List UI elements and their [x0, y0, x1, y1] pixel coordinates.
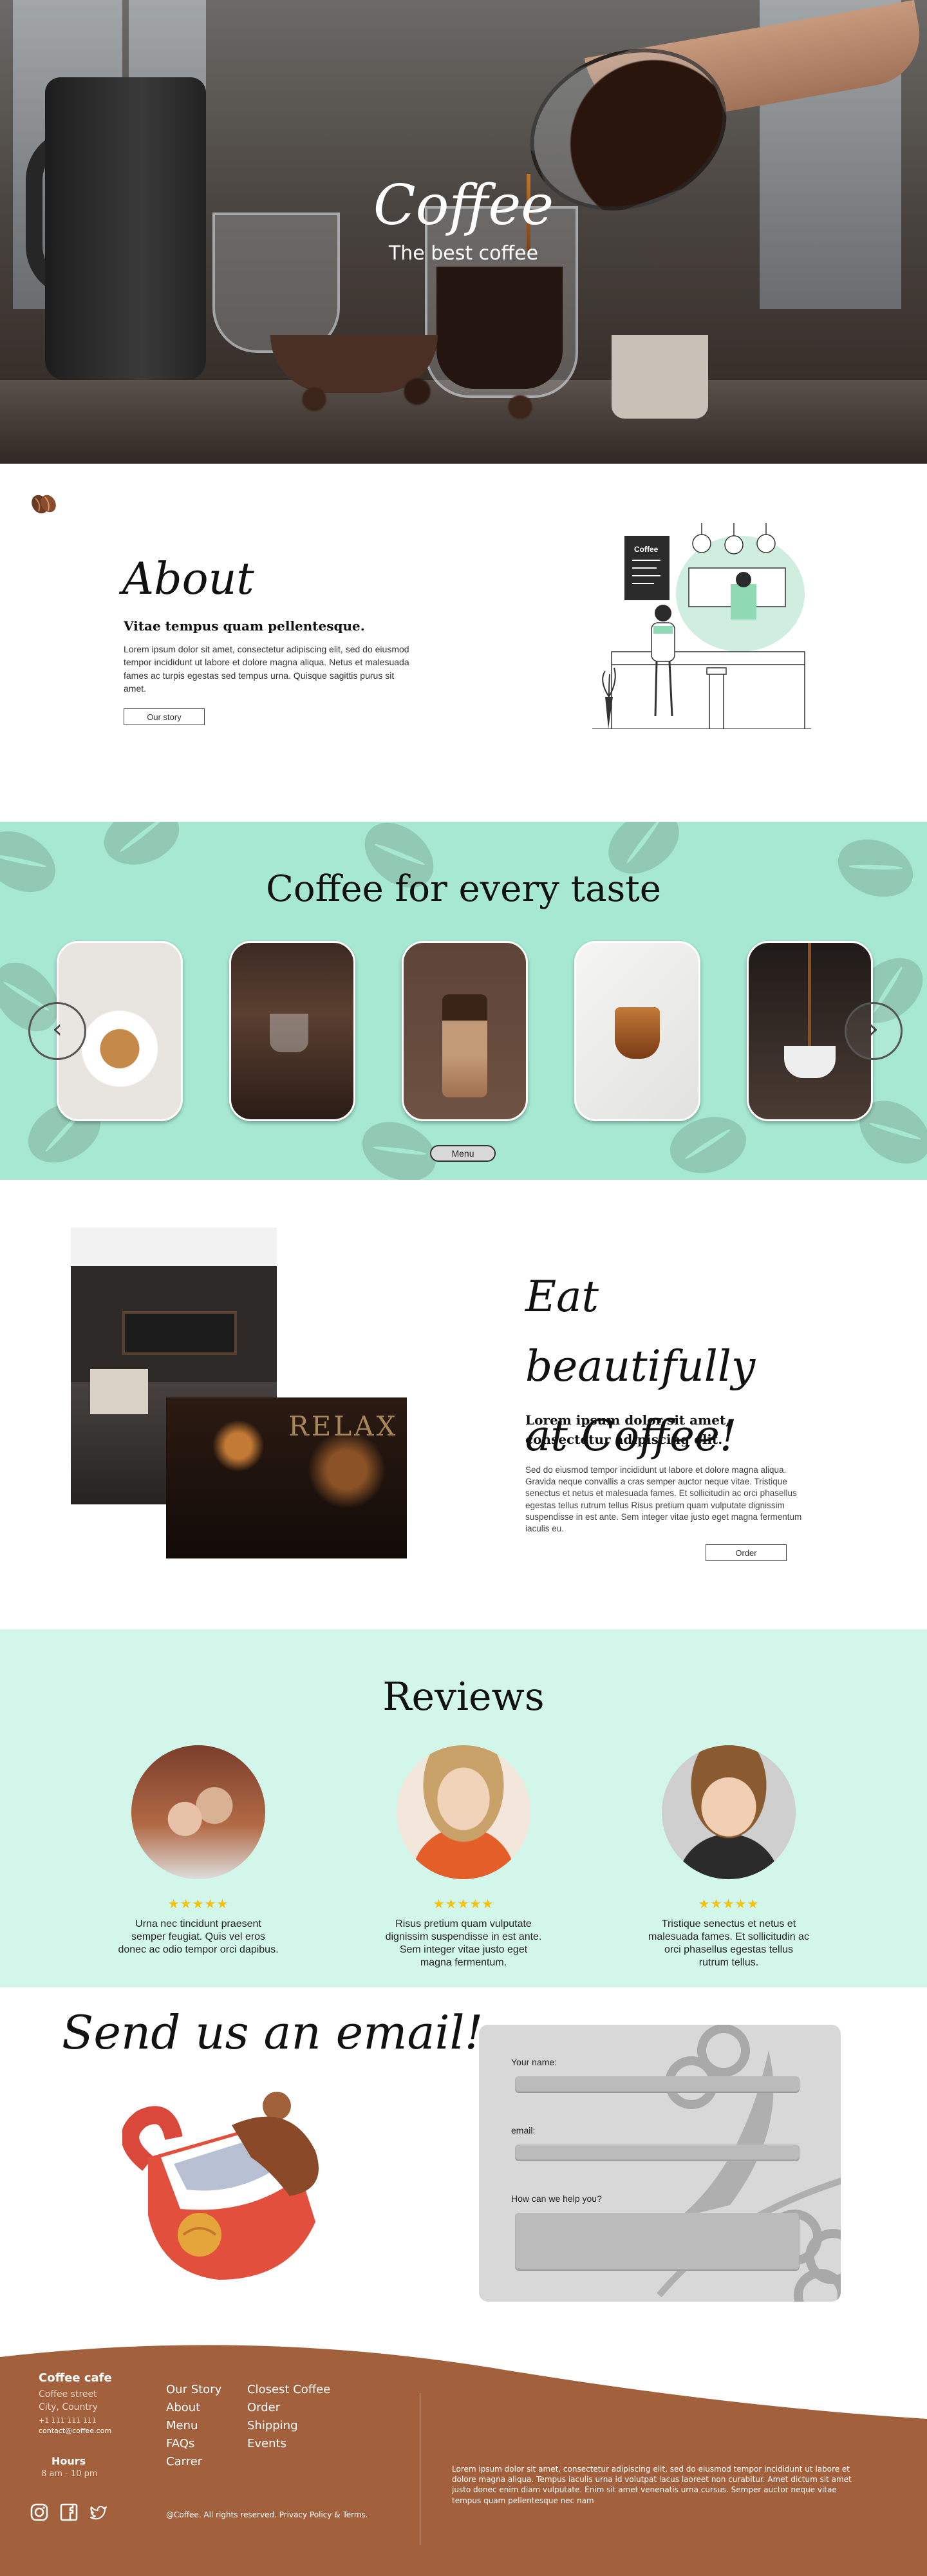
relax-sign: RELAX [288, 1410, 398, 1442]
card-white-cup [784, 1046, 836, 1078]
spilling-coffee-cup-illustration [122, 2092, 319, 2280]
name-label: Your name: [511, 2057, 557, 2067]
footer-text: Lorem ipsum dolor sit amet, consectetur … [452, 2465, 852, 2505]
coffee-card-frappe[interactable] [402, 941, 528, 1121]
reviewer-1-stars: ★★★★★ [167, 1897, 229, 1911]
hero-title: Coffee [373, 173, 554, 238]
reviews-section: Reviews ★★★★★ ★★★★★ ★★★★★ Urna nec tinci… [0, 1629, 927, 1987]
eat-subtitle: Lorem ipsum dolor sit amet, consectetur … [525, 1412, 731, 1447]
footer-brand: Coffee cafe [39, 2371, 112, 2385]
message-textarea[interactable] [515, 2213, 800, 2271]
reviewer-1-text: Urna nec tincidunt praesent semper feugi… [118, 1918, 279, 1955]
about-body: Lorem ipsum dolor sit amet, consectetur … [124, 644, 409, 694]
carousel-prev-button[interactable]: ‹ [28, 1002, 86, 1060]
cafe-relax-sign-image: RELAX [166, 1397, 407, 1558]
footer-address-line2: City, Country [39, 2402, 98, 2412]
email-title: Send us an email! [62, 2005, 483, 2060]
coffee-card-espresso-shot[interactable] [574, 941, 700, 1121]
svg-text:Coffee: Coffee [634, 545, 659, 554]
hero-section: Coffee The best coffee [0, 0, 927, 464]
footer-contact-email[interactable]: contact@coffee.com [39, 2427, 111, 2435]
bg-bean [96, 822, 187, 875]
counter [90, 1369, 148, 1414]
reviewer-1-avatar [131, 1745, 265, 1879]
cafe-barista-illustration: Coffee [592, 523, 811, 729]
footer-phone: +1 111 111 111 [39, 2416, 97, 2425]
facebook-icon[interactable] [59, 2503, 79, 2522]
eat-body: Sed do eiusmod tempor incididunt ut labo… [525, 1465, 802, 1534]
menu-boards [122, 1311, 237, 1355]
email-input[interactable] [515, 2145, 800, 2161]
ceiling [71, 1227, 277, 1266]
twitter-icon[interactable] [89, 2503, 108, 2522]
our-story-button[interactable]: Our story [124, 708, 205, 725]
reviewer-2-text: Risus pretium quam vulputate dignissim s… [385, 1918, 542, 1968]
menu-button[interactable]: Menu [430, 1145, 496, 1162]
chevron-right-icon: › [868, 1014, 879, 1044]
card-frappe-cup [442, 994, 487, 1097]
help-label: How can we help you? [511, 2193, 602, 2204]
card-shot-glass [615, 1007, 660, 1059]
footer-link-faqs[interactable]: FAQs [166, 2437, 194, 2450]
coffee-bean-logo-icon[interactable] [30, 492, 58, 515]
reviewer-2-avatar [397, 1745, 530, 1879]
card-pour-stream [808, 943, 811, 1046]
email-label: email: [511, 2125, 536, 2136]
eat-title-line1: Eat beautifully [525, 1272, 756, 1391]
taste-title: Coffee for every taste [266, 868, 661, 910]
contact-form: Your name: email: How can we help you? [479, 2025, 841, 2302]
footer-link-carrer[interactable]: Carrer [166, 2455, 202, 2468]
instagram-icon[interactable] [30, 2503, 49, 2522]
reviewer-3-text: Tristique senectus et netus et malesuada… [648, 1918, 809, 1968]
footer-hours-title: Hours [52, 2455, 86, 2467]
footer-link-shipping[interactable]: Shipping [247, 2419, 298, 2432]
footer-link-order[interactable]: Order [247, 2401, 280, 2414]
name-input[interactable] [515, 2076, 800, 2093]
footer-link-events[interactable]: Events [247, 2437, 286, 2450]
reviewer-2-stars: ★★★★★ [433, 1897, 494, 1911]
about-title: About [122, 554, 254, 605]
card-glass [270, 1014, 308, 1052]
order-button[interactable]: Order [706, 1544, 787, 1561]
coffee-taste-section: Coffee for every taste ‹ › Menu [0, 822, 927, 1180]
hero-coffee-beans [232, 361, 644, 438]
footer-copyright: @Coffee. All rights reserved. Privacy Po… [166, 2510, 368, 2519]
chevron-left-icon: ‹ [52, 1014, 62, 1044]
coffee-card-espresso-machine[interactable] [229, 941, 355, 1121]
footer-hours-value: 8 am - 10 pm [41, 2469, 98, 2479]
footer-background [0, 2345, 927, 2576]
footer-link-our-story[interactable]: Our Story [166, 2383, 221, 2396]
about-subtitle: Vitae tempus quam pellentesque. [124, 618, 365, 634]
hero-subtitle: The best coffee [388, 242, 539, 265]
footer-link-menu[interactable]: Menu [166, 2419, 198, 2432]
reviewer-3-stars: ★★★★★ [698, 1897, 760, 1911]
footer-link-closest-coffee[interactable]: Closest Coffee [247, 2383, 330, 2396]
reviewer-3-avatar [662, 1745, 796, 1879]
reviews-title: Reviews [382, 1674, 545, 1719]
footer-link-about[interactable]: About [166, 2401, 200, 2414]
carousel-next-button[interactable]: › [845, 1002, 903, 1060]
hero-glass-left [212, 213, 340, 353]
footer-address-line1: Coffee street [39, 2389, 97, 2400]
